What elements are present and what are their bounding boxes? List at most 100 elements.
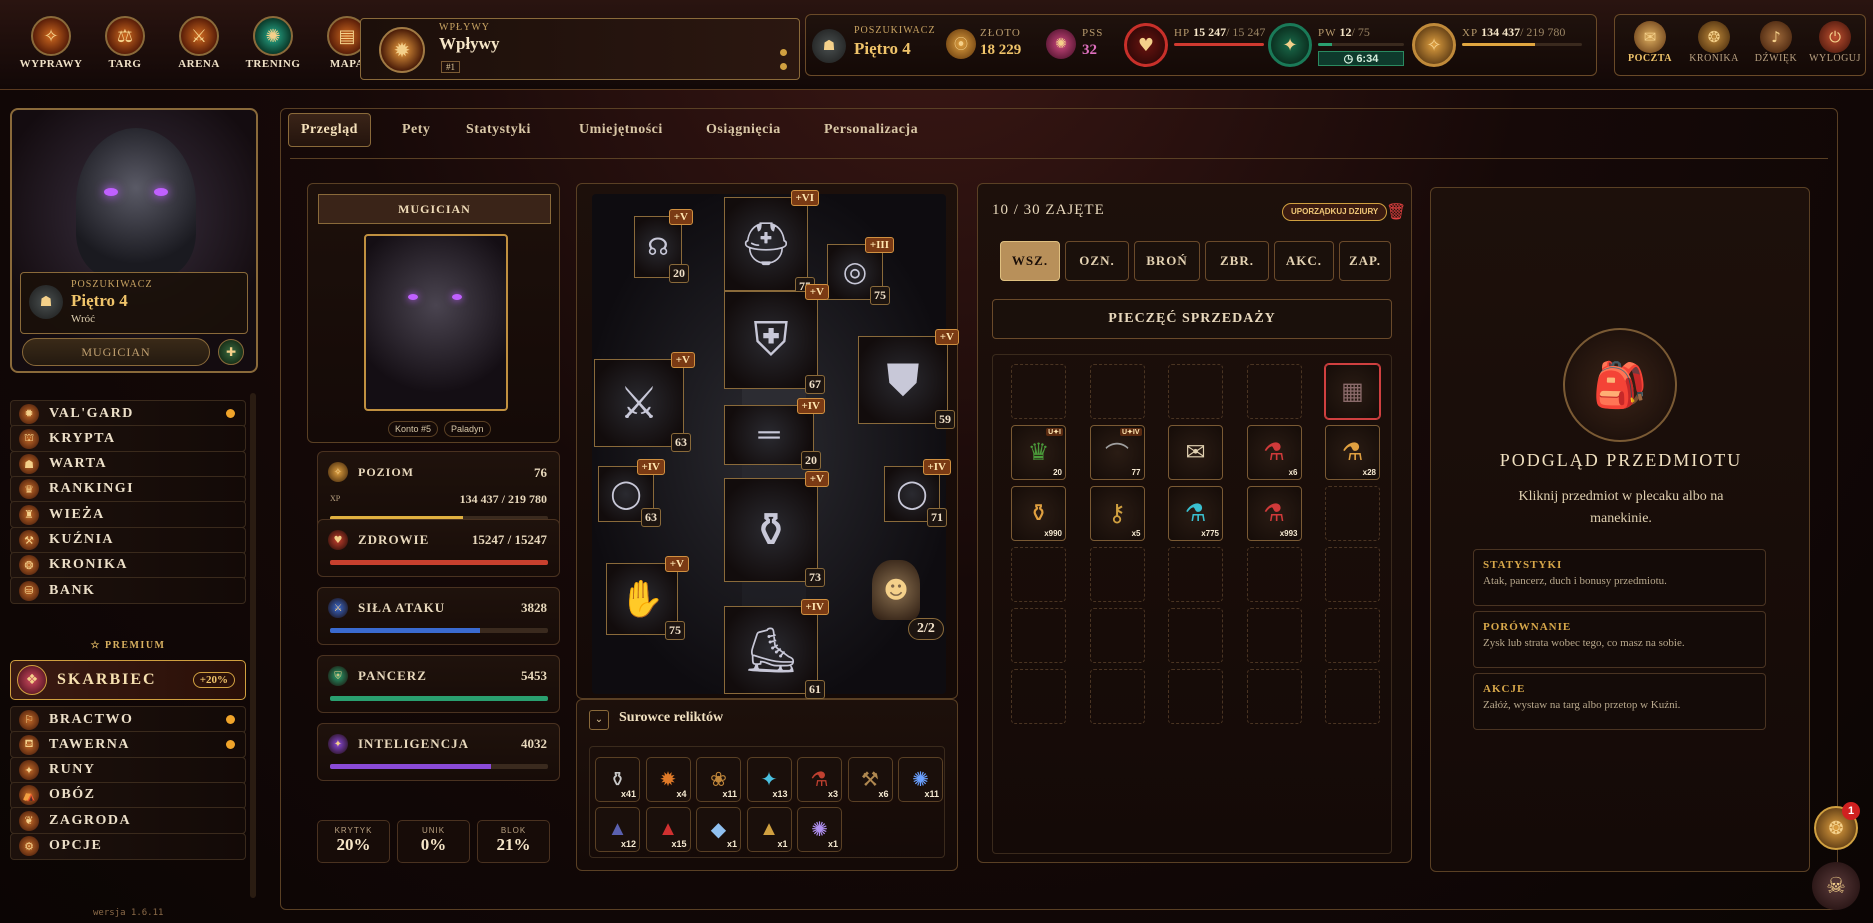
sidebar-item-rankingi[interactable]: ♛ RANKINGI: [10, 475, 246, 503]
menu-logout[interactable]: ⏻ WYLOGUJ: [1805, 21, 1865, 64]
pet-icon[interactable]: ☻: [872, 560, 920, 620]
material-item[interactable]: ❀ x11: [696, 757, 741, 802]
material-item[interactable]: ▲ x12: [595, 807, 640, 852]
filter-3[interactable]: ZBR.: [1205, 241, 1269, 281]
sidebar-item-bractwo[interactable]: ⚐ BRACTWO: [10, 706, 246, 733]
inventory-slot[interactable]: [1011, 364, 1066, 419]
material-item[interactable]: ◆ x1: [696, 807, 741, 852]
legs-slot[interactable]: ⚱ +V 73: [724, 471, 829, 587]
sort-button[interactable]: UPORZĄDKUJ DZIURY: [1282, 203, 1388, 221]
sidebar-scrollbar[interactable]: [250, 393, 256, 898]
nav-market[interactable]: ⚖ TARG: [88, 16, 162, 70]
material-item[interactable]: ▲ x1: [746, 807, 792, 852]
material-item[interactable]: ✺ x11: [898, 757, 943, 802]
inventory-slot[interactable]: [1011, 669, 1066, 724]
inventory-slot[interactable]: ⚗ x28: [1325, 425, 1380, 480]
collapse-chevron-icon[interactable]: ⌄: [589, 710, 609, 730]
sidebar-item-bank[interactable]: ⛁ BANK: [10, 577, 246, 605]
skull-icon[interactable]: ☠: [1812, 862, 1860, 910]
material-item[interactable]: ✦ x13: [746, 757, 792, 802]
floor-card[interactable]: ☗ POSZUKIWACZ Piętro 4 Wróć: [20, 272, 248, 334]
inventory-slot[interactable]: ▦: [1325, 364, 1380, 419]
ring-right-slot[interactable]: ◯ +IV 71: [884, 459, 951, 527]
ring-slot[interactable]: ◎ +III 75: [827, 237, 894, 305]
sidebar-item-opcje[interactable]: ⚙ OPCJE: [10, 832, 246, 860]
ring-left-slot[interactable]: ◯ +IV 63: [598, 459, 665, 527]
guild-emblem-icon[interactable]: ✚: [218, 339, 244, 365]
nav-expeditions[interactable]: ✧ WYPRAWY: [14, 16, 88, 70]
filter-4[interactable]: AKC.: [1274, 241, 1334, 281]
gloves-slot[interactable]: ✋ +V 75: [606, 556, 689, 640]
inventory-slot[interactable]: ⌒ 77 U✦IV: [1089, 425, 1145, 480]
sale-seal-button[interactable]: PIECZĘĆ SPRZEDAŻY: [992, 299, 1392, 339]
sidebar-item-obóz[interactable]: ⛺ OBÓZ: [10, 781, 246, 809]
tab-1[interactable]: Pety: [390, 113, 442, 147]
inventory-slot[interactable]: ♛ 20 U✦I: [1011, 425, 1066, 480]
inventory-slot[interactable]: [1168, 547, 1223, 602]
shield-slot[interactable]: ⛊ +V 59: [858, 329, 959, 429]
sidebar-item-krypta[interactable]: ⛫ KRYPTA: [10, 425, 246, 453]
helmet-slot[interactable]: ⛑+VI75: [724, 190, 819, 296]
filter-2[interactable]: BROŃ: [1134, 241, 1200, 281]
inventory-slot[interactable]: [1246, 364, 1302, 419]
amulet-slot[interactable]: ☊ +V 20: [634, 209, 693, 283]
inventory-slot[interactable]: ⚗ x6: [1246, 425, 1302, 480]
inventory-slot[interactable]: [1325, 608, 1380, 663]
material-item[interactable]: ⚗ x3: [797, 757, 842, 802]
material-item[interactable]: ⚱ x41: [595, 757, 640, 802]
filter-0[interactable]: WSZ.: [1000, 241, 1060, 281]
sidebar-item-kronika[interactable]: ❂ KRONIKA: [10, 551, 246, 579]
filter-1[interactable]: OZN.: [1065, 241, 1129, 281]
inventory-slot[interactable]: [1325, 547, 1380, 602]
inventory-slot[interactable]: [1089, 669, 1145, 724]
inventory-slot[interactable]: [1089, 364, 1145, 419]
tab-2[interactable]: Statystyki: [454, 113, 543, 147]
trash-icon[interactable]: 🗑: [1386, 202, 1406, 221]
inventory-slot[interactable]: ✉: [1168, 425, 1223, 480]
inventory-slot[interactable]: [1246, 547, 1302, 602]
tab-4[interactable]: Osiągnięcia: [694, 113, 793, 147]
material-item[interactable]: ▲ x15: [645, 807, 691, 852]
inventory-slot[interactable]: [1011, 547, 1066, 602]
material-item[interactable]: ✹ x4: [645, 757, 691, 802]
sidebar-item-kuźnia[interactable]: ⚒ KUŹNIA: [10, 526, 246, 554]
inventory-slot[interactable]: [1246, 669, 1302, 724]
boots-slot[interactable]: ⛸ +IV 61: [724, 599, 829, 699]
inventory-slot[interactable]: ⚗ x775: [1168, 486, 1223, 541]
menu-sound[interactable]: ♪ DŹWIĘK: [1747, 21, 1805, 64]
sidebar-item-tawerna[interactable]: ⛾ TAWERNA: [10, 731, 246, 759]
influence-panel[interactable]: ✹ WPŁYWY Wpływy #1: [360, 18, 800, 80]
inventory-slot[interactable]: [1325, 669, 1380, 724]
inventory-slot[interactable]: ⚷ x5: [1089, 486, 1145, 541]
material-item[interactable]: ⚒ x6: [847, 757, 893, 802]
inventory-slot[interactable]: [1168, 608, 1223, 663]
axe-slot[interactable]: ⚔ +V 63: [594, 352, 695, 452]
inventory-slot[interactable]: [1168, 364, 1223, 419]
inventory-slot[interactable]: [1089, 547, 1145, 602]
chest-armor-slot[interactable]: ⛨ +V 67: [724, 284, 829, 394]
tab-0[interactable]: Przegląd: [288, 113, 371, 147]
inventory-slot[interactable]: [1089, 608, 1145, 663]
menu-mail[interactable]: ✉ POCZTA: [1621, 21, 1679, 64]
sidebar-item-zagroda[interactable]: ❦ ZAGRODA: [10, 807, 246, 835]
inventory-slot[interactable]: ⚗ x993: [1246, 486, 1302, 541]
nav-training[interactable]: ✺ TRENING: [236, 16, 310, 70]
back-link[interactable]: Wróć: [71, 313, 95, 325]
material-item[interactable]: ✺ x1: [797, 807, 842, 852]
sidebar-item-runy[interactable]: ✦ RUNY: [10, 756, 246, 784]
treasury-button[interactable]: ❖ SKARBIEC +20%: [10, 660, 246, 700]
sidebar-item-val'gard[interactable]: ✹ VAL'GARD: [10, 400, 246, 427]
inventory-slot[interactable]: [1325, 486, 1380, 541]
sidebar-item-warta[interactable]: ☗ WARTA: [10, 450, 246, 478]
inventory-slot[interactable]: [1168, 669, 1223, 724]
inventory-slot[interactable]: ⚱ x990: [1011, 486, 1066, 541]
inventory-slot[interactable]: [1246, 608, 1302, 663]
tab-5[interactable]: Personalizacja: [812, 113, 930, 147]
menu-chronicle[interactable]: ❂ KRONIKA: [1683, 21, 1745, 64]
sidebar-item-wieża[interactable]: ♜ WIEŻA: [10, 501, 246, 529]
nav-arena[interactable]: ⚔ ARENA: [162, 16, 236, 70]
belt-slot[interactable]: ═ +IV 20: [724, 398, 825, 470]
inventory-slot[interactable]: [1011, 608, 1066, 663]
filter-5[interactable]: ZAP.: [1339, 241, 1391, 281]
tab-3[interactable]: Umiejętności: [567, 113, 675, 147]
